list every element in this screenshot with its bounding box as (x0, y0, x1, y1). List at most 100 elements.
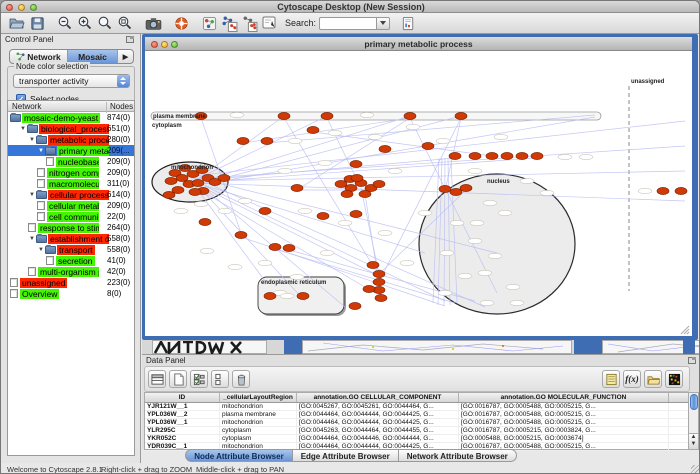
tree-column-network[interactable]: Network (12, 102, 41, 111)
node[interactable] (264, 292, 276, 299)
tree-row-primary-metabo[interactable]: ▼primary metabo209(... (8, 145, 134, 156)
zoom-fit-icon[interactable] (96, 14, 114, 32)
more-tabs-button[interactable]: ▶ (118, 50, 133, 63)
tree-row-nucleobase-[interactable]: nucleobase-209(0) (8, 156, 134, 167)
snapshot-icon[interactable] (144, 14, 162, 32)
node-label-bubble[interactable] (400, 260, 414, 265)
node-label-bubble[interactable] (579, 154, 593, 159)
background-window-edge[interactable] (574, 340, 602, 354)
table-row[interactable]: YLR295Ccytoplasm[GO:0045263, GO:0044464,… (145, 427, 689, 435)
node[interactable] (350, 210, 362, 217)
node-label-bubble[interactable] (320, 250, 334, 255)
table-row[interactable]: YJR121W__1mitochondrion[GO:0045267, GO:0… (145, 403, 689, 411)
table-cell[interactable]: mitochondrion (220, 419, 297, 426)
node-label-bubble[interactable] (470, 220, 484, 225)
tree-row-label[interactable]: primary metabo (57, 146, 109, 156)
tree-row-label[interactable]: metabolic process (48, 135, 109, 145)
table-vertical-scrollbar[interactable]: ▲▼ (688, 392, 699, 450)
table-row[interactable]: YPL036W__2plasma membrane[GO:0044464, GO… (145, 411, 689, 419)
node-label-bubble[interactable] (228, 264, 242, 269)
node-label-bubble[interactable] (638, 188, 652, 193)
tab-edge-attribute-browser[interactable]: Edge Attribute Browser (293, 449, 399, 462)
tree-row-label[interactable]: secretion (56, 256, 95, 266)
node[interactable] (373, 270, 385, 277)
node-label-bubble[interactable] (318, 160, 332, 165)
node-label-bubble[interactable] (328, 130, 342, 135)
attribute-matrix-icon[interactable] (665, 370, 683, 388)
tree-row-biological-process[interactable]: ▼biological_process651(0) (8, 123, 134, 134)
node-label-bubble[interactable] (438, 290, 452, 295)
table-cell[interactable]: YLR295C (145, 427, 220, 434)
table-cell[interactable]: [GO:0016787, GO:0005488, GO:0005215, G..… (459, 403, 669, 410)
node-label-bubble[interactable] (498, 210, 512, 215)
node[interactable] (283, 244, 295, 251)
node-label-bubble[interactable] (280, 293, 294, 298)
node-label-bubble[interactable] (238, 198, 252, 203)
tree-row-macromolecule[interactable]: macromolecule311(0) (8, 178, 134, 189)
table-column-header[interactable]: annotation.GO CELLULAR_COMPONENT (297, 393, 459, 402)
tree-row-label[interactable]: establishment of lo (48, 234, 109, 244)
node-label-bubble[interactable] (468, 168, 482, 173)
tree-row-label[interactable]: nucleobase- (56, 157, 99, 167)
node-label-bubble[interactable] (174, 208, 188, 213)
canvas-resize-grip[interactable] (687, 332, 689, 334)
node[interactable] (351, 174, 363, 181)
tree-row-metabolic-process[interactable]: ▼metabolic process280(0) (8, 134, 134, 145)
annotation-icon[interactable] (260, 14, 278, 32)
table-row[interactable]: YPL036W__1mitochondrion[GO:0044464, GO:0… (145, 419, 689, 427)
node[interactable] (363, 285, 375, 292)
unselect-attributes-icon[interactable] (211, 370, 229, 388)
edge[interactable] (200, 116, 410, 182)
node-color-dropdown[interactable]: transporter activity (13, 74, 130, 88)
expander-icon[interactable]: ▼ (28, 192, 36, 198)
tree-row-cell-communicat[interactable]: cell communicat22(0) (8, 211, 134, 222)
node-label-bubble[interactable] (298, 208, 312, 213)
node[interactable] (367, 261, 379, 268)
node-label-bubble[interactable] (360, 112, 374, 117)
node-label-bubble[interactable] (440, 250, 454, 255)
node[interactable] (321, 112, 333, 119)
node-label-bubble[interactable] (418, 210, 432, 215)
expander-icon[interactable]: ▼ (28, 137, 36, 143)
node[interactable] (218, 174, 230, 181)
tree-row-transport[interactable]: ▼transport558(0) (8, 244, 134, 255)
node[interactable] (317, 212, 329, 219)
tree-row-label[interactable]: nitrogen compo (47, 168, 99, 178)
edge[interactable] (327, 118, 357, 180)
node-label-bubble[interactable] (520, 178, 534, 183)
table-cell[interactable]: [GO:0044464, GO:0044446, GO:0044444, G..… (297, 435, 459, 442)
node[interactable] (439, 185, 451, 192)
node[interactable] (501, 152, 513, 159)
table-cell[interactable]: YKR052C (145, 435, 220, 442)
background-window-edge[interactable] (284, 340, 302, 354)
attribute-table-icon[interactable] (148, 370, 166, 388)
node[interactable] (657, 187, 669, 194)
tree-row-establishment-of-lo[interactable]: ▼establishment of lo558(0) (8, 233, 134, 244)
tree-row-label[interactable]: cell communicat (47, 212, 99, 222)
node[interactable] (379, 145, 391, 152)
tree-row-label[interactable]: multi-organism pro (38, 267, 99, 277)
node[interactable] (192, 179, 204, 186)
network-graph[interactable]: plasma membranecytoplasmmitochondrionnuc… (145, 51, 692, 336)
tree-row-multi-organism-pro[interactable]: multi-organism pro42(0) (8, 266, 134, 277)
edge[interactable] (195, 116, 284, 181)
node-label-bubble[interactable] (478, 270, 492, 275)
table-cell[interactable]: YPL036W__2 (145, 411, 220, 418)
node[interactable] (291, 184, 303, 191)
node[interactable] (269, 243, 281, 250)
table-cell[interactable]: [GO:0005488, GO:0005215, GO:0003674] (459, 435, 669, 442)
tree-row-label[interactable]: cellular metabo (47, 201, 99, 211)
table-column-header[interactable]: annotation.GO MOLECULAR_FUNCTION (459, 393, 669, 402)
zoom-out-icon[interactable] (56, 14, 74, 32)
node[interactable] (516, 152, 528, 159)
network-window-titlebar[interactable]: primary metabolic process (145, 37, 692, 51)
network-canvas[interactable]: plasma membranecytoplasmmitochondrionnuc… (145, 51, 692, 336)
new-network-from-selected-edges-icon[interactable] (240, 14, 258, 32)
float-panel-icon[interactable] (126, 36, 134, 43)
node[interactable] (469, 152, 481, 159)
node-label-bubble[interactable] (406, 124, 420, 129)
node-label-bubble[interactable] (278, 168, 292, 173)
tree-column-nodes[interactable]: Nodes (106, 102, 133, 113)
tree-row-mosaic-demo-yeast[interactable]: mosaic-demo-yeast874(0) (8, 112, 134, 123)
function-builder-icon[interactable]: f(x) (623, 370, 641, 388)
